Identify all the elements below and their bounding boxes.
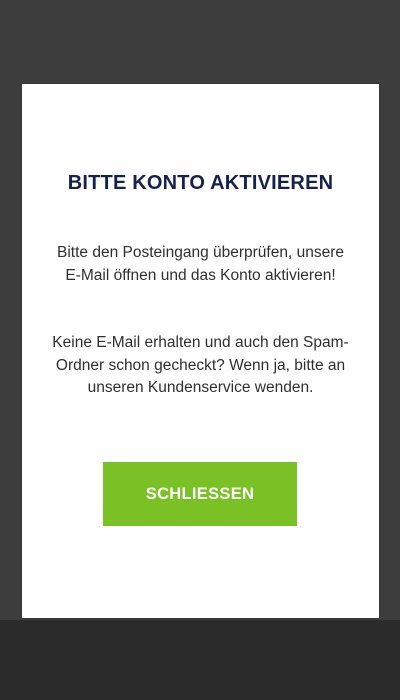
dialog-message-support: Keine E-Mail erhalten und auch den Spam-…: [52, 334, 349, 396]
close-button[interactable]: SCHLIESSEN: [103, 462, 297, 526]
dialog-message-activate: Bitte den Posteingang überprüfen, unsere…: [57, 244, 344, 284]
dialog-title: BITTE KONTO AKTIVIEREN: [67, 172, 334, 194]
activation-dialog: BITTE KONTO AKTIVIEREN Bitte den Postein…: [22, 84, 379, 618]
bottom-bar: [0, 620, 400, 700]
